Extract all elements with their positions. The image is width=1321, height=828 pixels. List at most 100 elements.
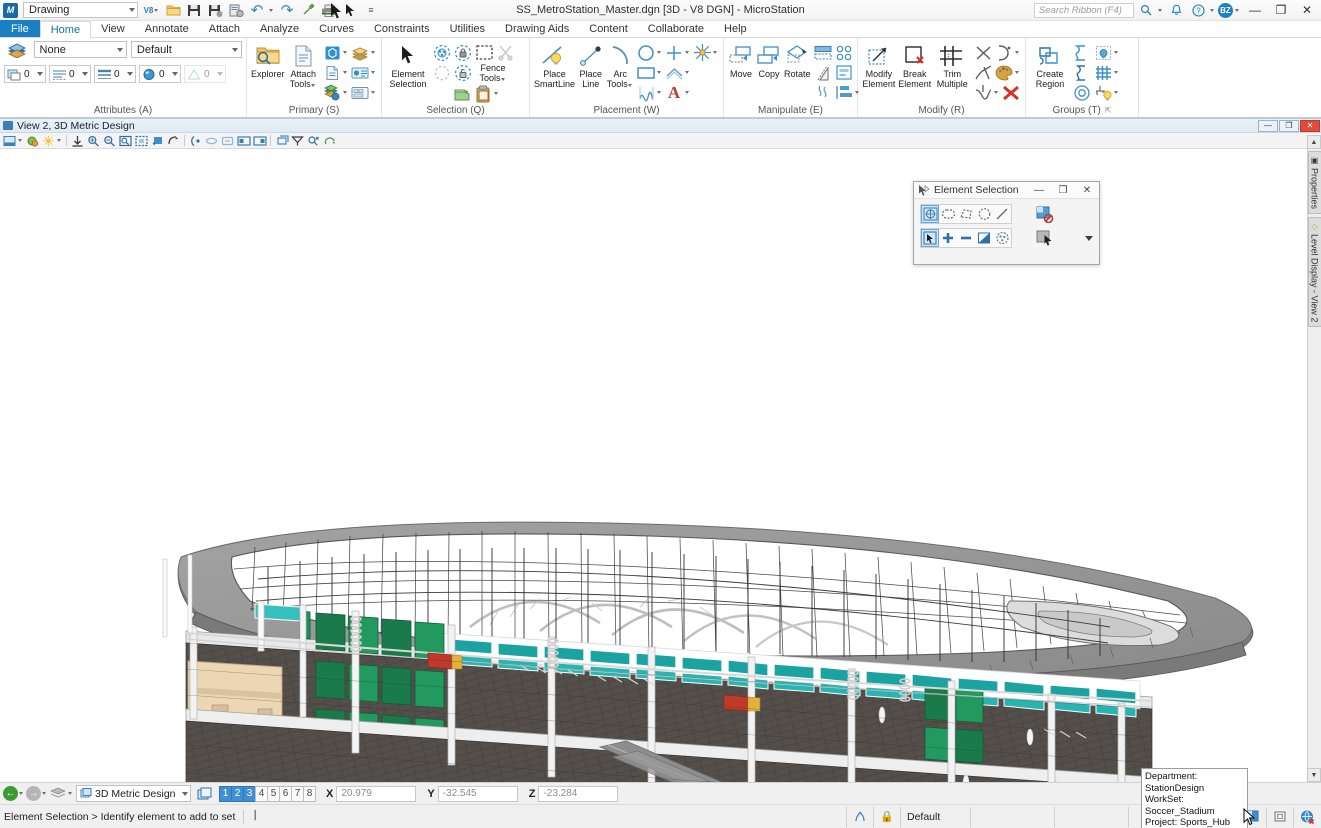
construct-chamfer-icon[interactable] [994,43,1014,62]
user-avatar[interactable]: BZ [1218,2,1233,18]
pin-icon[interactable] [298,1,318,20]
display-style-icon[interactable] [290,134,305,148]
view-minimize-button[interactable]: — [1258,119,1278,132]
place-multiline-icon[interactable] [664,63,684,82]
invert-selection-icon[interactable] [975,229,993,247]
view-groups-icon[interactable] [195,787,214,801]
align-edges-icon[interactable] [834,83,854,102]
paste-icon[interactable] [473,84,493,103]
next-model-icon[interactable]: → [26,786,41,801]
tab-help[interactable]: Help [714,20,757,37]
v8-format-icon[interactable]: V8 [142,1,162,20]
tab-curves[interactable]: Curves [309,20,364,37]
named-group-dropdown-icon[interactable] [1114,91,1118,94]
zoom-out-icon[interactable] [102,134,117,148]
es-minimize-button[interactable]: — [1027,182,1051,198]
trim-multiple-button[interactable]: Trim Multiple [934,41,971,89]
pattern-area-icon[interactable] [1093,63,1113,82]
element-info-dropdown-icon[interactable] [371,71,375,74]
tab-annotate[interactable]: Annotate [135,20,199,37]
block-dropdown-icon[interactable] [657,71,661,74]
zoom-in-icon[interactable] [86,134,101,148]
tab-constraints[interactable]: Constraints [364,20,440,37]
place-line-button[interactable]: Place Line [577,41,604,89]
place-cell-icon[interactable] [692,43,712,62]
element-selection-dialog[interactable]: Element Selection — ❐ ✕ [913,181,1100,265]
save-settings-icon[interactable] [226,1,246,20]
workspace-dropdown[interactable]: Drawing [23,2,138,18]
models-dropdown-icon[interactable] [343,51,347,54]
raster-dropdown-icon[interactable] [343,91,347,94]
sidebar-tab-level-display[interactable]: ◇ Level Display - View 2 [1307,217,1321,328]
view-attributes-dropdown-icon[interactable] [18,139,22,142]
view-attributes-icon[interactable] [2,134,17,148]
circle-dropdown-icon[interactable] [657,51,661,54]
cut-icon[interactable] [495,43,515,62]
tab-utilities[interactable]: Utilities [440,20,495,37]
attach-tools-button[interactable]: Attach Tools [287,41,320,89]
models-status-dropdown-icon[interactable] [68,792,72,795]
references-dropdown-icon[interactable] [343,71,347,74]
stretch-icon[interactable] [813,83,833,102]
text-dropdown-icon[interactable] [685,91,689,94]
models-icon[interactable] [322,43,342,62]
curve-dropdown-icon[interactable] [657,91,661,94]
view-previous-icon[interactable] [188,134,203,148]
selection-mode-disable-icon[interactable] [1036,206,1054,223]
window-area-icon[interactable] [118,134,133,148]
notification-bell-icon[interactable] [1166,1,1186,20]
select-block-icon[interactable] [939,205,957,223]
key-in-dropdown-icon[interactable] [371,91,375,94]
tab-attach[interactable]: Attach [199,20,250,37]
sidebar-tab-properties[interactable]: ▣ Properties [1307,151,1321,215]
pattern-dropdown-icon[interactable] [1114,71,1118,74]
key-in-icon[interactable] [350,83,370,102]
copy-element-icon[interactable] [452,84,472,103]
place-block-icon[interactable] [636,63,656,82]
key-in-field[interactable]: ∣ [252,809,846,825]
active-model-selector[interactable]: 3D Metric Design [76,785,191,802]
select-circle-icon[interactable] [975,205,993,223]
scroll-up-arrow[interactable]: ▲ [1307,135,1321,149]
next-model-dropdown-icon[interactable] [42,792,46,795]
tab-content[interactable]: Content [579,20,638,37]
customize-qat-icon[interactable]: ≡ [361,1,381,20]
modify-element-button[interactable]: Modify Element [862,41,896,89]
tab-file[interactable]: File [0,20,40,37]
light-dropdown-icon[interactable] [57,139,61,142]
undo-icon[interactable]: ↶ [247,1,267,20]
tab-analyze[interactable]: Analyze [250,20,309,37]
element-info-icon[interactable] [350,63,370,82]
view-next-icon[interactable] [204,134,219,148]
unlock-element-icon[interactable] [453,64,473,83]
view-toggle-8[interactable]: 8 [303,785,316,802]
clip-mask-icon[interactable] [252,134,267,148]
vertex-dropdown-icon[interactable] [994,91,998,94]
rotate-button[interactable]: Rotate [784,41,811,80]
place-circle-icon[interactable] [636,43,656,62]
redo-icon[interactable]: ↷ [277,1,297,20]
priority-selector[interactable]: 0 [184,65,226,83]
tab-view[interactable]: View [91,20,135,37]
close-button[interactable]: ✕ [1295,1,1319,20]
color-selector[interactable]: 0 [4,65,46,83]
search-dropdown-icon[interactable] [1158,8,1162,12]
search-icon[interactable] [1136,1,1156,20]
lock-element-icon[interactable] [453,43,473,62]
z-coordinate-input[interactable]: -23.284 [538,785,619,802]
undo-dropdown-icon[interactable] [268,1,276,20]
scroll-down-arrow[interactable]: ▼ [1307,768,1321,782]
place-smartline-button[interactable]: Place SmartLine [534,41,575,89]
raster-manager-icon[interactable] [322,83,342,102]
element-selection-button[interactable]: Element Selection [386,41,430,89]
3d-viewport[interactable] [0,149,1307,782]
move-button[interactable]: Move [728,41,754,80]
insert-vertex-icon[interactable] [973,83,993,102]
view-restore-button[interactable]: ❐ [1279,119,1299,132]
expand-dialog-icon[interactable] [1085,235,1093,241]
attributes-dropdown-icon[interactable] [1015,71,1019,74]
extend-line-icon[interactable] [973,43,993,62]
groups-dialog-launcher-icon[interactable]: ⇱ [1105,106,1112,115]
element-template-dropdown[interactable]: Default [130,41,242,58]
save-as-icon[interactable] [205,1,225,20]
